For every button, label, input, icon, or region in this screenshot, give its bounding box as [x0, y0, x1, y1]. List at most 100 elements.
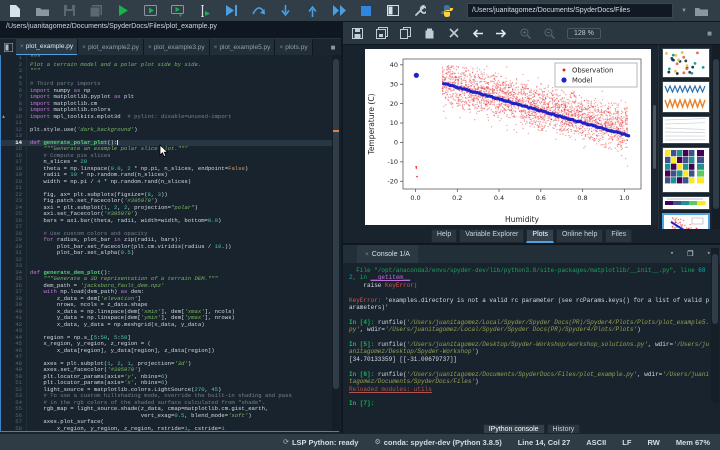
editor-tab-plot_example.py[interactable]: × plot_example.py — [16, 39, 79, 56]
plot-thumbnail-6[interactable] — [662, 213, 710, 229]
tab-plots[interactable]: Plots — [526, 229, 554, 243]
bottom-pane-tabs: Help Variable Explorer Plots Online help Fil… — [343, 229, 720, 243]
plot-thumbnail-5[interactable] — [662, 196, 710, 210]
step-return-icon[interactable] — [305, 4, 319, 18]
editor-tab-plot_example5.py[interactable]: × plot_example5.py — [209, 39, 276, 56]
console-line: raise KeyError( — [349, 281, 418, 289]
step-over-icon[interactable] — [251, 4, 265, 18]
figure-scrollbar[interactable] — [652, 49, 657, 225]
editor-scrollbar[interactable] — [332, 55, 340, 431]
plots-options-icon[interactable]: ■ — [707, 29, 712, 38]
maximize-pane-icon[interactable] — [386, 4, 400, 18]
remove-plot-icon[interactable] — [423, 27, 436, 40]
console-line: File "/opt/anaconda3/envs/spyder-dev/lib… — [349, 267, 706, 282]
tab-variable-explorer[interactable]: Variable Explorer — [459, 229, 525, 243]
browse-tabs-icon[interactable] — [0, 39, 16, 56]
status-bar: ⟳ LSP Python: ready ⚙ conda: spyder-dev (P… — [0, 433, 720, 450]
eol-mode: LF — [622, 437, 632, 447]
new-file-icon[interactable] — [8, 4, 22, 18]
close-icon[interactable]: × — [148, 44, 152, 51]
console-line: [34.70133359] [[-31.00679737]] — [349, 355, 458, 363]
open-file-icon[interactable] — [35, 4, 49, 18]
close-icon[interactable]: × — [20, 43, 24, 50]
zoom-out-icon[interactable] — [543, 27, 556, 40]
previous-plot-icon[interactable] — [471, 27, 484, 40]
stop-icon[interactable] — [359, 4, 373, 18]
mouse-cursor — [159, 144, 169, 158]
cursor-position: Line 14, Col 27 — [517, 437, 571, 447]
run-cell-advance-icon[interactable] — [170, 4, 184, 18]
interrupt-kernel-icon[interactable]: ▪ — [671, 250, 673, 258]
svg-text:0.8: 0.8 — [577, 194, 587, 202]
thumbnails-scrollbar[interactable] — [712, 45, 720, 229]
run-selection-icon[interactable] — [197, 4, 211, 18]
close-icon[interactable]: × — [82, 44, 86, 51]
working-directory-input[interactable]: /Users/juanitagomez/Documents/SpyderDocs… — [467, 3, 673, 18]
ipython-console[interactable]: File "/opt/anaconda3/envs/spyder-dev/lib… — [343, 263, 720, 424]
remove-all-plots-icon[interactable] — [447, 27, 460, 40]
tab-help[interactable]: Help — [430, 229, 458, 243]
tab-files[interactable]: Files — [605, 229, 633, 243]
console-line: KeyError: 'examples.directory is not a v… — [349, 296, 710, 312]
preferences-icon[interactable] — [413, 4, 427, 18]
plot-thumbnail-2[interactable] — [662, 81, 710, 113]
python-env-icon[interactable] — [440, 4, 454, 18]
console-line: In [4]: runfile('/Users/juanitagomez/Loc… — [349, 318, 710, 334]
conda-icon: ⚙ — [374, 439, 381, 446]
editor-tab-plot_example3.py[interactable]: × plot_example3.py — [143, 39, 210, 56]
close-icon[interactable]: × — [365, 251, 369, 258]
editor-tab-plot_example2.py[interactable]: × plot_example2.py — [78, 39, 144, 56]
save-icon[interactable] — [62, 4, 76, 18]
chevron-down-icon[interactable]: ▼ — [681, 8, 687, 14]
editor-line-58: 58 x_region, y_region, z_region, rstride… — [1, 425, 338, 431]
step-into-icon[interactable] — [278, 4, 292, 18]
code-editor[interactable]: 1 """ 2 Plot a terrain model and a polar pl… — [0, 55, 339, 432]
editor-tabs: × plot_example.py × plot_example2.py × plot_e… — [16, 39, 313, 56]
scrollbar-thumb[interactable] — [333, 59, 339, 389]
editor-pane: /Users/juanitagomez/Documents/SpyderDocs… — [0, 22, 341, 433]
plot-thumbnail-3[interactable] — [662, 116, 710, 144]
zoom-in-icon[interactable] — [519, 27, 532, 40]
svg-text:1.0: 1.0 — [619, 194, 629, 202]
lsp-icon: ⟳ — [283, 439, 289, 446]
save-all-plots-icon[interactable] — [375, 27, 388, 40]
console-tab[interactable]: × Console 1/A — [357, 245, 418, 263]
copy-to-clipboard-icon[interactable] — [399, 27, 412, 40]
save-all-icon[interactable] — [89, 4, 103, 18]
console-header: × Console 1/A ▪ ❒ ▪ — [343, 243, 720, 263]
tab-online-help[interactable]: Online help — [555, 229, 604, 243]
next-plot-icon[interactable] — [495, 27, 508, 40]
run-icon[interactable] — [116, 4, 130, 18]
plot-zoom-level: 128 % — [567, 27, 601, 39]
memory-usage: Mem 67% — [675, 437, 710, 447]
env-status: ⚙ conda: spyder-dev (Python 3.8.5) — [374, 437, 502, 447]
svg-text:Observation: Observation — [572, 67, 613, 75]
browse-directory-icon[interactable] — [695, 4, 709, 18]
svg-text:0: 0 — [394, 139, 398, 147]
continue-icon[interactable] — [332, 4, 346, 18]
console-options-icon[interactable]: ▪ — [708, 250, 710, 258]
plot-thumbnail-1[interactable] — [662, 48, 710, 78]
svg-text:20: 20 — [390, 100, 398, 108]
plot-thumbnail-4[interactable] — [662, 147, 710, 193]
encoding: ASCII — [586, 437, 607, 447]
debug-file-icon[interactable] — [224, 4, 238, 18]
right-pane: 128 % ■ 0.0 0.2 0.4 0.6 0.8 1.0 -20 -10 0 10 20 30 4… — [341, 22, 720, 438]
svg-text:0.6: 0.6 — [536, 194, 546, 202]
inspect-object-icon[interactable]: ❒ — [687, 250, 693, 258]
working-directory-box: /Users/juanitagomez/Documents/SpyderDocs… — [467, 3, 720, 18]
save-plot-icon[interactable] — [351, 27, 364, 40]
tab-options-icon[interactable]: ■ — [325, 39, 341, 56]
console-scrollbar[interactable] — [711, 248, 719, 403]
run-cell-icon[interactable] — [143, 4, 157, 18]
close-icon[interactable]: × — [214, 44, 218, 51]
warning-marker — [333, 130, 339, 132]
svg-text:Temperature (C): Temperature (C) — [367, 93, 376, 155]
svg-text:10: 10 — [390, 119, 398, 127]
editor-tab-plots.py[interactable]: × plots.py — [275, 39, 313, 56]
close-icon[interactable]: × — [279, 44, 283, 51]
